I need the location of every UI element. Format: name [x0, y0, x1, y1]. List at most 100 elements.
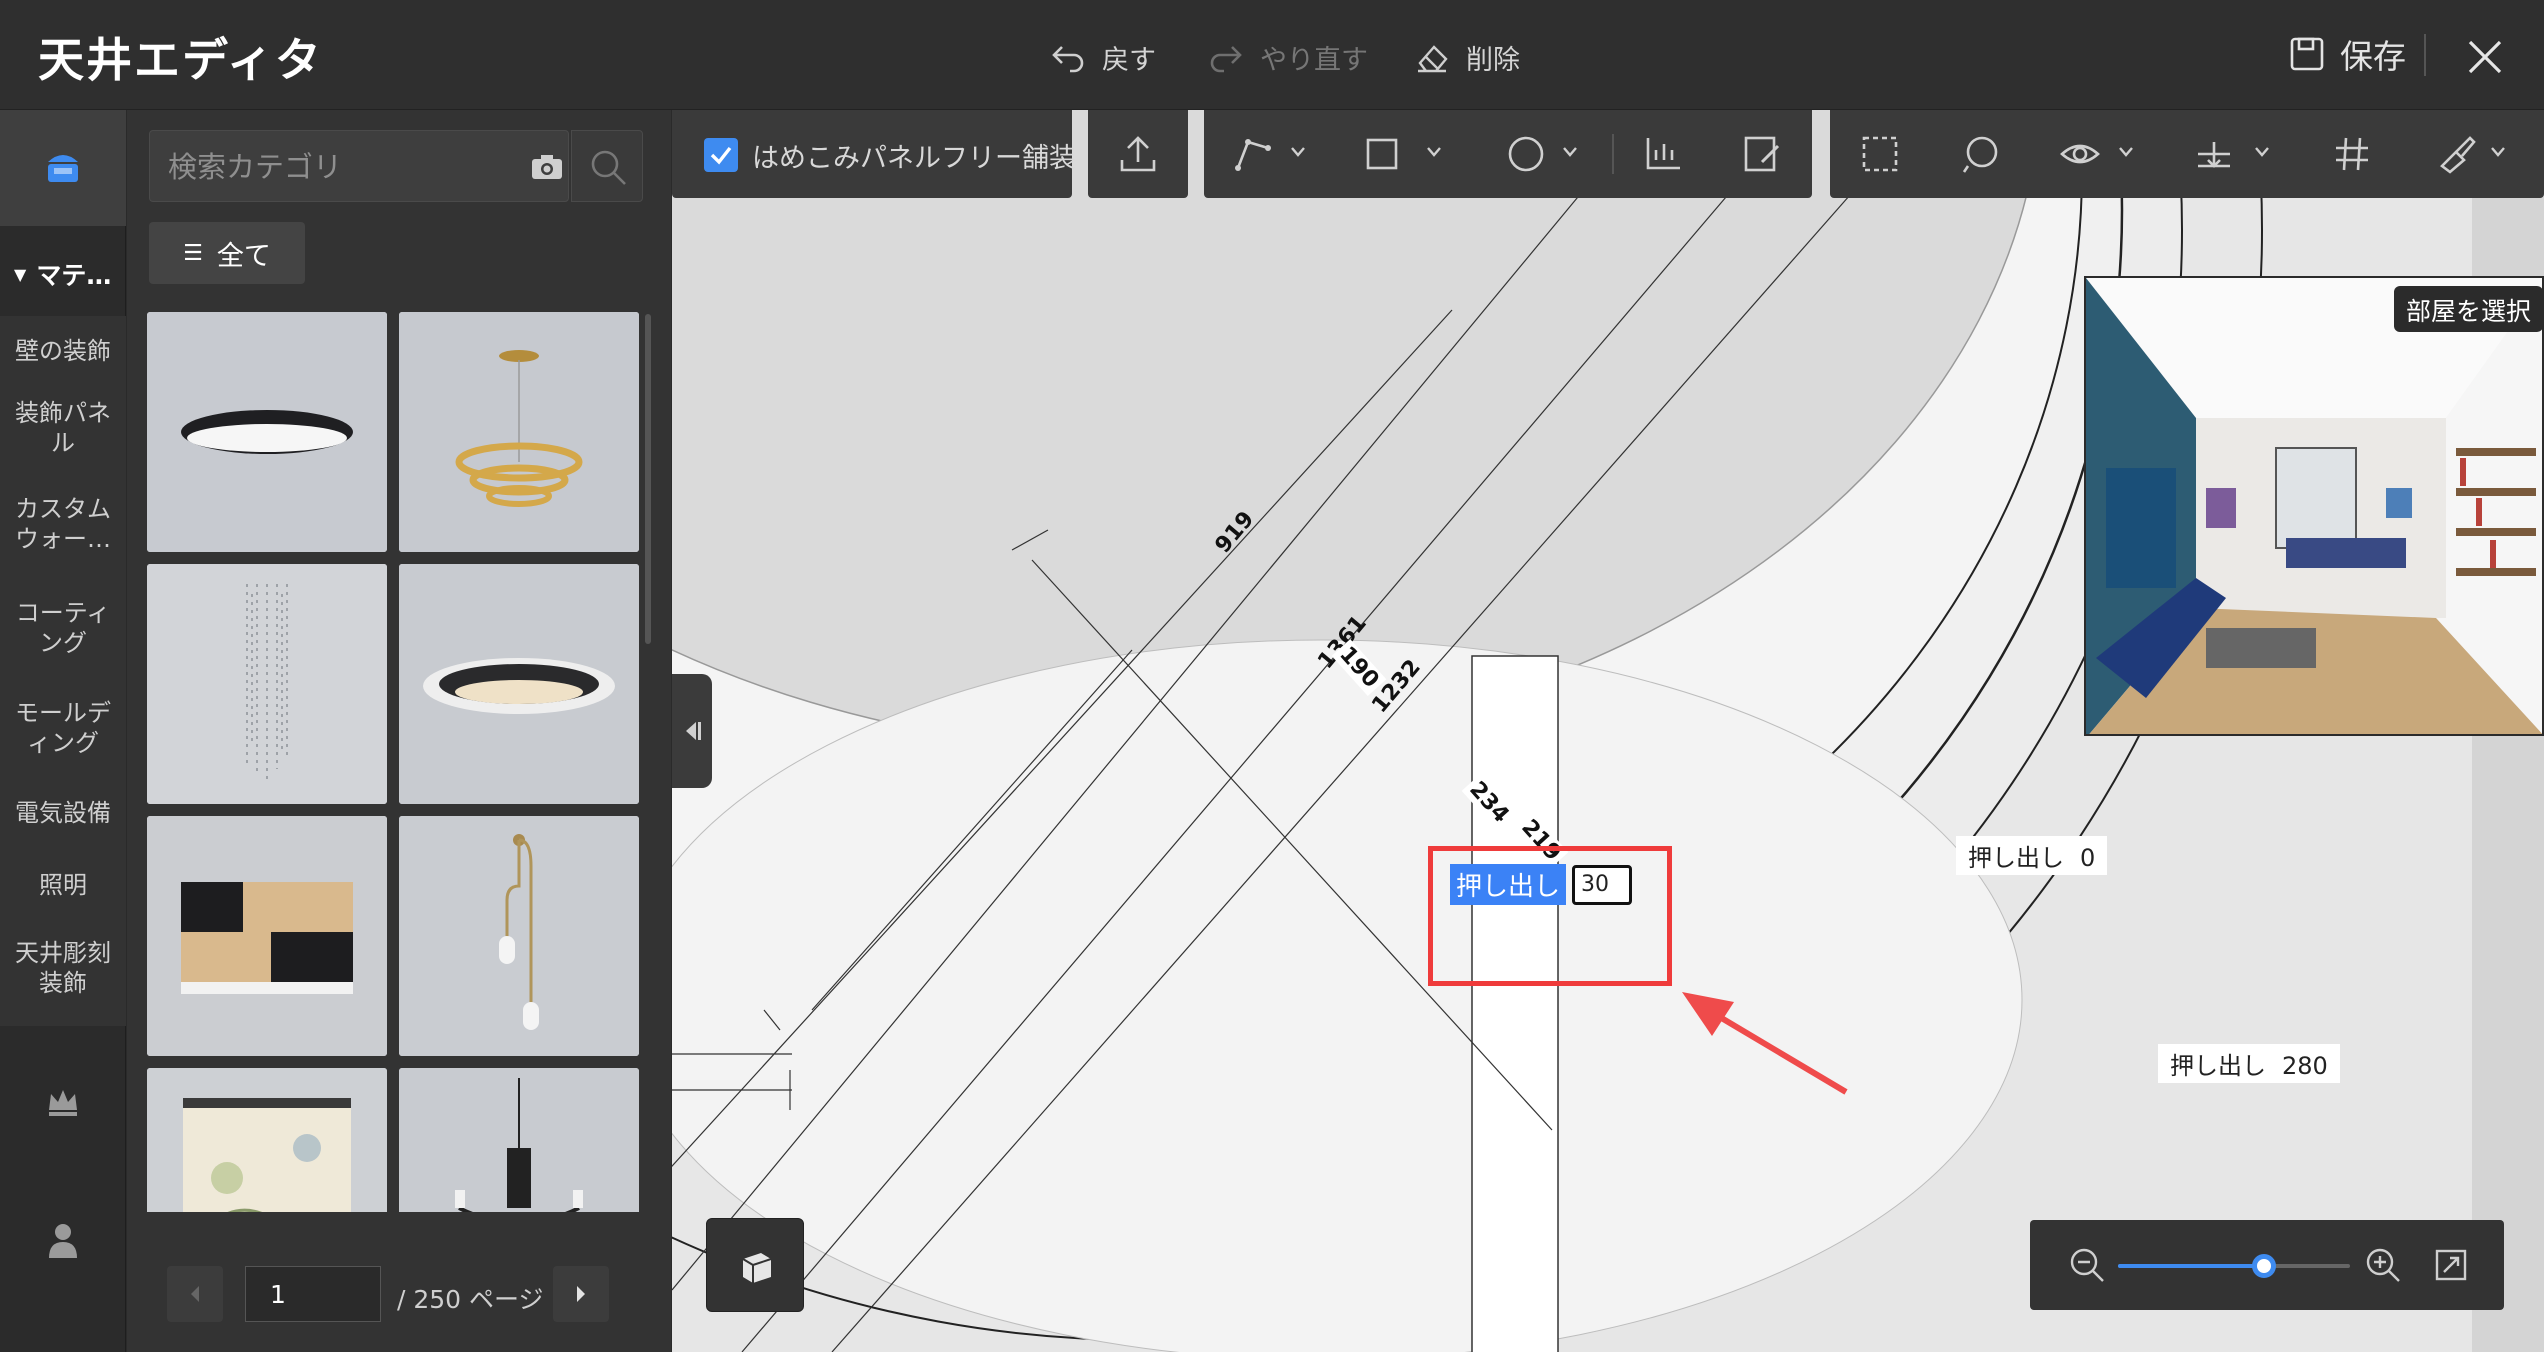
- redo-label: やり直す: [1260, 44, 1368, 76]
- room-preview[interactable]: [2084, 276, 2544, 736]
- zoom-slider-handle[interactable]: [2252, 1254, 2276, 1278]
- free-paving-checkbox[interactable]: [704, 138, 738, 172]
- search-box: [149, 130, 569, 202]
- extrude-value: 0: [2080, 844, 2096, 872]
- pendant-bulb-image: [399, 816, 639, 1056]
- eye-icon[interactable]: [2058, 132, 2102, 176]
- extrude-label-text: 押し出し: [1968, 844, 2064, 872]
- chevron-right-icon: [577, 1286, 585, 1302]
- rectangle-tool-icon[interactable]: [1360, 132, 1404, 176]
- user-icon[interactable]: [43, 1220, 83, 1260]
- chevron-left-icon: [191, 1286, 199, 1302]
- delete-label: 削除: [1466, 44, 1520, 76]
- tool-divider: [1612, 134, 1614, 174]
- rail-item-custom-wall[interactable]: カスタムウォー…: [0, 494, 126, 554]
- draw-tool-group: [1204, 110, 1812, 198]
- extrude-label-top[interactable]: 押し出し 0: [1956, 836, 2108, 875]
- rail-item-decor-panel[interactable]: 装飾パネル: [0, 398, 126, 458]
- product-card-ring-pendant[interactable]: [399, 312, 639, 552]
- zoom-control: [2030, 1220, 2504, 1310]
- next-page-button[interactable]: [553, 1266, 609, 1322]
- edit-panel-icon[interactable]: [1740, 132, 1784, 176]
- product-card-floral-shade[interactable]: [147, 1068, 387, 1212]
- chevron-down-icon[interactable]: [2490, 146, 2506, 158]
- delete-button[interactable]: 削除: [1412, 34, 1520, 80]
- distribute-tool-icon[interactable]: [1642, 132, 1686, 176]
- rail-item-lighting[interactable]: 照明: [0, 870, 126, 900]
- block-light-image: [147, 816, 387, 1056]
- page-total-label: / 250 ページ: [397, 1285, 544, 1314]
- product-card-crystal-chandelier[interactable]: [147, 564, 387, 804]
- rail-item-coating[interactable]: コーティング: [0, 598, 126, 658]
- sort-icon: ☰: [183, 240, 203, 266]
- redo-button[interactable]: やり直す: [1206, 34, 1368, 80]
- cube-icon: [742, 1253, 772, 1283]
- grid-icon[interactable]: [2330, 132, 2374, 176]
- align-tool-icon[interactable]: [2192, 132, 2236, 176]
- chevron-down-icon[interactable]: [2254, 146, 2270, 158]
- redo-icon: [1210, 46, 1242, 73]
- zoom-out-icon[interactable]: [2068, 1246, 2106, 1284]
- filter-all-button[interactable]: ☰ 全て: [149, 222, 305, 284]
- view-tool-group: [1830, 110, 2544, 198]
- search-icon: [591, 150, 626, 185]
- rail-item-electrical[interactable]: 電気設備: [0, 798, 126, 828]
- ring-pendant-image: [399, 312, 639, 552]
- chevron-down-icon[interactable]: [1562, 146, 1578, 158]
- crystal-chandelier-image: [147, 564, 387, 804]
- extrude-label-text: 押し出し: [2170, 1052, 2266, 1080]
- catalog-scrollbar[interactable]: [645, 314, 651, 644]
- highlight-box: [1428, 846, 1672, 986]
- check-icon: [710, 146, 732, 165]
- undo-button[interactable]: 戻す: [1048, 34, 1156, 80]
- zoom-slider[interactable]: [2118, 1254, 2350, 1278]
- extrude-label-bottom[interactable]: 押し出し 280: [2158, 1044, 2340, 1083]
- rail-item-molding[interactable]: モールディング: [0, 698, 126, 758]
- product-card-chandelier[interactable]: [399, 1068, 639, 1212]
- rail-item-wall-decor[interactable]: 壁の装飾: [0, 336, 126, 366]
- product-card-ceiling-light-flat[interactable]: [147, 312, 387, 552]
- zoom-in-icon[interactable]: [2364, 1246, 2402, 1284]
- rail-item-ceiling-carving[interactable]: 天井彫刻装飾: [0, 938, 126, 998]
- zoom-slider-fill: [2118, 1264, 2264, 1268]
- upload-icon[interactable]: [1116, 132, 1160, 176]
- fit-view-icon[interactable]: [2434, 1248, 2468, 1282]
- chevron-down-icon[interactable]: [1426, 146, 1442, 158]
- view-3d-button[interactable]: [706, 1218, 804, 1312]
- product-card-block-ceiling-light[interactable]: [147, 816, 387, 1056]
- page-number-input[interactable]: [245, 1266, 381, 1322]
- select-area-icon[interactable]: [1858, 132, 1902, 176]
- prev-page-button[interactable]: [167, 1266, 223, 1322]
- filter-all-label: 全て: [216, 240, 271, 272]
- chevron-down-icon[interactable]: [1290, 146, 1306, 158]
- crown-icon[interactable]: [43, 1082, 83, 1122]
- paint-brush-icon[interactable]: [2434, 132, 2478, 176]
- category-header[interactable]: ▼ マテ…: [14, 256, 111, 292]
- search-input[interactable]: [168, 147, 468, 187]
- product-card-ceiling-light-ring[interactable]: [399, 564, 639, 804]
- camera-icon[interactable]: [530, 151, 564, 183]
- left-rail: ▼ マテ… 壁の装飾 装飾パネル カスタムウォー… コーティング モールディング…: [0, 110, 126, 1352]
- product-card-pendant-bulb[interactable]: [399, 816, 639, 1056]
- save-label: 保存: [2340, 37, 2406, 76]
- circle-tool-icon[interactable]: [1504, 132, 1548, 176]
- free-paving-label: はめこみパネルフリー舗装: [752, 143, 1076, 174]
- ceiling-light-image: [147, 312, 387, 552]
- close-icon[interactable]: [2462, 34, 2508, 80]
- toolbar-divider: [2424, 34, 2426, 76]
- save-button[interactable]: 保存: [2288, 30, 2406, 78]
- lasso-icon[interactable]: [1958, 132, 2002, 176]
- chandelier-image: [399, 1068, 639, 1212]
- category-header-label: マテ…: [36, 261, 112, 290]
- rail-tab-catalog[interactable]: [0, 110, 126, 226]
- catalog-panel: ☰ 全て: [127, 110, 671, 1352]
- chevron-down-icon[interactable]: [2118, 146, 2134, 158]
- upload-tool-group: [1088, 110, 1188, 198]
- select-room-button[interactable]: 部屋を選択: [2394, 286, 2544, 332]
- search-button[interactable]: [571, 130, 643, 202]
- room-preview-image: [2086, 278, 2542, 734]
- collapse-panel-button[interactable]: [672, 674, 712, 788]
- title-bar: 天井エディタ 戻す やり直す 削除 保存: [0, 0, 2544, 110]
- polyline-tool-icon[interactable]: [1232, 132, 1276, 176]
- free-paving-toggle[interactable]: はめこみパネルフリー舗装: [672, 110, 1076, 198]
